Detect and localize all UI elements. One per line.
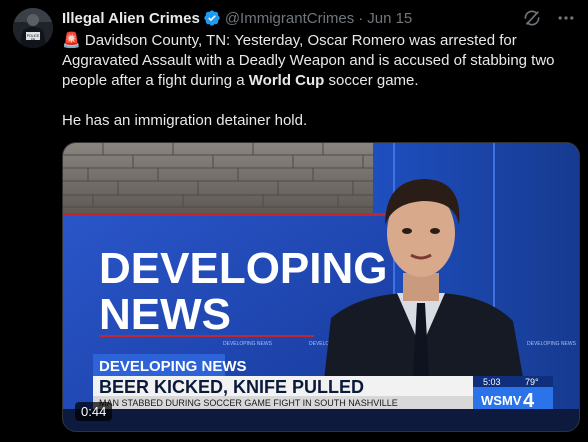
station-channel: 4 [523,390,535,412]
video-duration-badge: 0:44 [75,402,113,421]
user-handle[interactable]: @ImmigrantCrimes [225,10,354,27]
display-name[interactable]: Illegal Alien Crimes [62,10,200,27]
headline-text: BEER KICKED, KNIFE PULLED [99,377,364,397]
temperature-text: 79° [525,377,539,387]
separator-dot: · [358,9,364,27]
tweet-text-part2: soccer game. [324,72,419,89]
lower-third-tag: DEVELOPING NEWS [99,358,247,375]
wall-text-line1: DEVELOPING [99,244,388,293]
grok-icon[interactable] [522,8,542,28]
post-time[interactable]: Jun 15 [367,10,412,27]
wall-text-line2: NEWS [99,290,231,339]
siren-emoji: 🚨 [62,32,81,49]
video-player[interactable]: DEVELOPING NEWS DEVELOPING NEWS DEVELOPI… [62,142,580,432]
clock-text: 5:03 [483,377,501,387]
tweet-text-line2: He has an immigration detainer hold. [62,112,308,129]
tweet-card[interactable]: POLICE ICE Illegal Alien Crimes @Immigra… [0,0,588,442]
more-options-icon[interactable] [556,8,576,28]
tweet-text: 🚨 Davidson County, TN: Yesterday, Oscar … [62,31,572,131]
tweet-text-bold: World Cup [248,72,325,89]
news-desk [63,409,579,431]
station-name: WSMV [481,393,522,408]
tweet-header: Illegal Alien Crimes @ImmigrantCrimes · … [62,8,412,28]
subheadline-text: MAN STABBED DURING SOCCER GAME FIGHT IN … [99,398,398,408]
verified-badge-icon[interactable] [203,9,221,27]
video-frame: DEVELOPING NEWS DEVELOPING NEWS DEVELOPI… [63,143,579,431]
wall-small-label-3: DEVELOPING NEWS [527,341,577,347]
header-actions [522,8,576,28]
avatar-badge-sub: ICE [31,37,36,41]
avatar[interactable]: POLICE ICE [13,8,53,48]
wall-small-label-1: DEVELOPING NEWS [223,341,273,347]
